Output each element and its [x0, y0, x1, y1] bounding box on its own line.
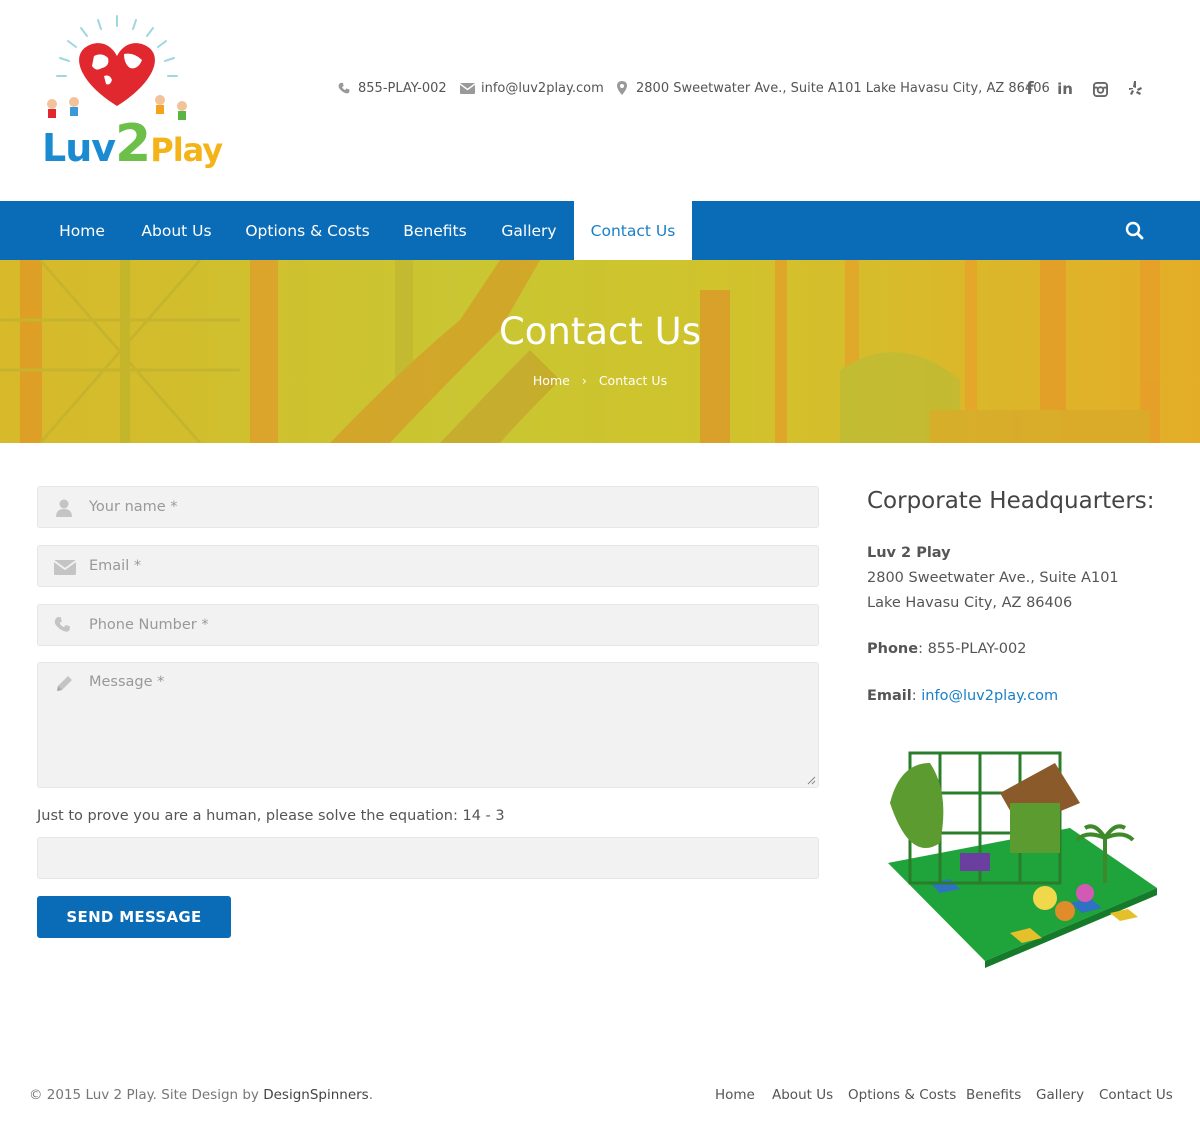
breadcrumb-current: Contact Us: [598, 373, 668, 388]
send-message-button[interactable]: SEND MESSAGE: [37, 896, 231, 938]
user-icon: [54, 498, 74, 518]
instagram-icon[interactable]: [1089, 78, 1111, 100]
name-placeholder: Your name *: [89, 499, 178, 515]
footer-link-contact-us[interactable]: Contact Us: [1099, 1087, 1173, 1103]
map-marker-icon: [614, 80, 630, 96]
breadcrumb-separator: ›: [581, 373, 587, 388]
header-address-text: 2800 Sweetwater Ave., Suite A101 Lake Ha…: [636, 80, 1050, 96]
nav-about-us[interactable]: About Us: [124, 201, 229, 260]
phone-placeholder: Phone Number *: [89, 617, 209, 633]
email-field[interactable]: Email *: [37, 545, 819, 587]
nav-benefits[interactable]: Benefits: [386, 201, 484, 260]
logo-play: Play: [150, 131, 223, 169]
company-name-text: Luv 2 Play: [867, 545, 951, 561]
header-email[interactable]: info@luv2play.com: [459, 78, 604, 98]
playground-image: [870, 733, 1165, 968]
address-line2: Lake Havasu City, AZ 86406: [867, 595, 1073, 611]
facebook-icon[interactable]: f: [1019, 78, 1041, 100]
designer-link[interactable]: DesignSpinners: [263, 1087, 369, 1103]
footer-link-options-costs[interactable]: Options & Costs: [848, 1087, 956, 1103]
company-name: Luv 2 Play: [867, 545, 951, 561]
header-email-text: info@luv2play.com: [481, 80, 604, 96]
copyright-period: .: [368, 1087, 374, 1103]
envelope-icon: [53, 557, 77, 577]
linkedin-icon[interactable]: in: [1054, 78, 1076, 100]
captcha-input[interactable]: [37, 837, 819, 879]
sidebar-email: Email: info@luv2play.com: [867, 688, 1058, 704]
envelope-icon: [459, 80, 475, 96]
phone-field[interactable]: Phone Number *: [37, 604, 819, 646]
yelp-icon[interactable]: [1124, 78, 1146, 100]
nav-gallery[interactable]: Gallery: [484, 201, 574, 260]
page-banner: Contact Us Home › Contact Us: [0, 260, 1200, 443]
main-navigation: Home About Us Options & Costs Benefits G…: [0, 201, 1200, 260]
footer-link-gallery[interactable]: Gallery: [1036, 1087, 1084, 1103]
email-link[interactable]: info@luv2play.com: [921, 688, 1058, 704]
sidebar-title: Corporate Headquarters:: [867, 488, 1155, 514]
nav-home[interactable]: Home: [40, 201, 124, 260]
phone-value: : 855-PLAY-002: [918, 641, 1027, 657]
nav-options-costs[interactable]: Options & Costs: [229, 201, 386, 260]
footer-link-benefits[interactable]: Benefits: [966, 1087, 1021, 1103]
email-separator: :: [911, 688, 922, 704]
resize-handle-icon[interactable]: [806, 775, 816, 785]
breadcrumb: Home › Contact Us: [0, 373, 1200, 388]
address-line1: 2800 Sweetwater Ave., Suite A101: [867, 570, 1119, 586]
nav-contact-us[interactable]: Contact Us: [574, 201, 692, 260]
name-field[interactable]: Your name *: [37, 486, 819, 528]
copyright-text: © 2015 Luv 2 Play. Site Design by: [29, 1087, 264, 1103]
logo-wordmark: Luv2Play: [42, 114, 223, 174]
site-header: Luv2Play 855-PLAY-002 info@luv2play.com …: [0, 0, 1200, 201]
phone-icon: [54, 616, 74, 636]
sidebar-phone: Phone: 855-PLAY-002: [867, 641, 1026, 657]
header-phone[interactable]: 855-PLAY-002: [336, 78, 447, 98]
message-field[interactable]: Message *: [37, 662, 819, 788]
message-placeholder: Message *: [89, 674, 165, 690]
footer-link-about-us[interactable]: About Us: [772, 1087, 833, 1103]
email-label: Email: [867, 688, 912, 704]
phone-label: Phone: [867, 641, 919, 657]
header-phone-text: 855-PLAY-002: [358, 80, 447, 96]
breadcrumb-home[interactable]: Home: [533, 373, 570, 388]
page-title: Contact Us: [498, 310, 702, 353]
logo-two: 2: [115, 114, 151, 174]
footer-link-home[interactable]: Home: [715, 1087, 755, 1103]
luv2play-logo[interactable]: Luv2Play: [38, 14, 223, 174]
captcha-question: Just to prove you are a human, please so…: [37, 808, 505, 824]
search-icon[interactable]: [1122, 219, 1148, 243]
copyright: © 2015 Luv 2 Play. Site Design by Design…: [29, 1087, 373, 1103]
header-address: 2800 Sweetwater Ave., Suite A101 Lake Ha…: [614, 78, 1050, 98]
logo-luv: Luv: [42, 126, 116, 170]
pencil-icon: [54, 674, 74, 694]
phone-icon: [336, 80, 352, 96]
email-placeholder: Email *: [89, 558, 142, 574]
